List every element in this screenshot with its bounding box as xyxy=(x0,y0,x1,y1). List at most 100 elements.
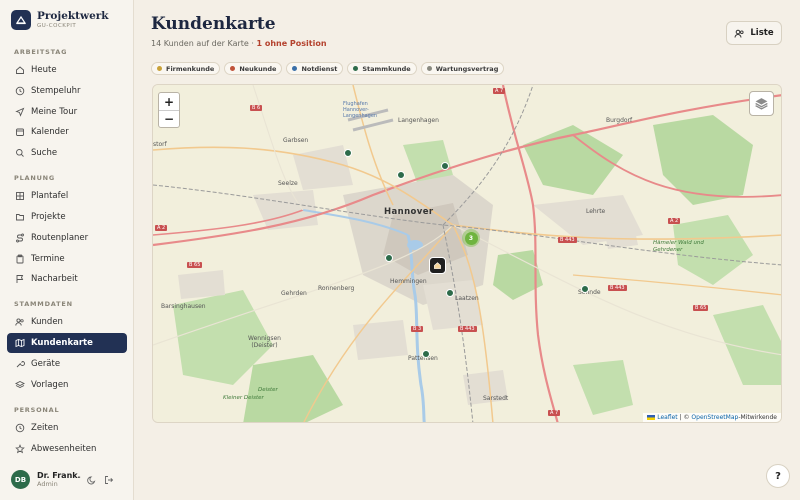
sidebar-item-geraete[interactable]: Geräte xyxy=(7,354,127,374)
map-label-lehrte: Lehrte xyxy=(586,208,606,215)
map-label-hannover: Hannover xyxy=(384,207,434,217)
customer-marker[interactable] xyxy=(385,254,393,262)
customer-marker[interactable] xyxy=(422,350,430,358)
sidebar-item-stempeluhr[interactable]: Stempeluhr xyxy=(7,81,127,101)
list-button-label: Liste xyxy=(750,28,774,38)
road-badge: B 443 xyxy=(458,326,477,332)
map-label-laatzen: Laatzen xyxy=(455,295,479,302)
sidebar-item-termine[interactable]: Termine xyxy=(7,249,127,269)
legend-chip-firmenkunde[interactable]: Firmenkunde xyxy=(151,62,221,75)
map-label-garbsen: Garbsen xyxy=(283,137,309,144)
legend-chip-stammkunde[interactable]: Stammkunde xyxy=(347,62,417,75)
sidebar-item-kundenkarte[interactable]: Kundenkarte xyxy=(7,333,127,353)
sidebar-item-kunden[interactable]: Kunden xyxy=(7,312,127,332)
section-planung: PLANUNG xyxy=(14,174,56,182)
map-label-deister: Deister xyxy=(258,387,278,393)
customer-map[interactable]: Langenhagen Garbsen Seelze Hannover Burg… xyxy=(152,84,782,423)
sidebar-item-label: Abwesenheiten xyxy=(31,444,97,454)
road-badge: B 443 xyxy=(558,237,577,243)
sidebar-item-label: Zeiten xyxy=(31,423,59,433)
road-badge: B 443 xyxy=(608,285,627,291)
map-label-barsinghausen: Barsinghausen xyxy=(161,303,206,310)
list-view-button[interactable]: Liste xyxy=(726,21,782,45)
map-label-sehnde-forest: Hämeler Wald und Gehrdener xyxy=(653,240,704,253)
customer-marker[interactable] xyxy=(446,289,454,297)
sidebar-item-meine-tour[interactable]: Meine Tour xyxy=(7,102,127,122)
sidebar-item-abwesenheiten[interactable]: Abwesenheiten xyxy=(7,439,127,459)
ukraine-flag-icon xyxy=(647,415,656,420)
attribution-suffix: -Mitwirkende xyxy=(738,414,777,421)
zoom-out-button[interactable]: − xyxy=(159,110,179,127)
osm-link[interactable]: OpenStreetMap xyxy=(691,414,738,421)
road-badge: B 65 xyxy=(187,262,203,268)
sidebar-item-label: Kalender xyxy=(31,127,69,137)
logout-icon[interactable] xyxy=(103,474,115,486)
sidebar-item-nacharbeit[interactable]: Nacharbeit xyxy=(7,269,127,289)
brand-subtitle: GU-COCKPIT xyxy=(37,23,77,29)
sidebar-item-kalender[interactable]: Kalender xyxy=(7,122,127,142)
flag-icon xyxy=(16,275,24,283)
clipboard-icon xyxy=(16,254,24,264)
sidebar-item-plantafel[interactable]: Plantafel xyxy=(7,186,127,206)
map-label-kleiner-deister: Kleiner Deister xyxy=(223,395,264,401)
layers-button[interactable] xyxy=(749,91,774,116)
route-icon xyxy=(16,233,24,243)
sidebar-item-suche[interactable]: Suche xyxy=(7,143,127,163)
layers-icon xyxy=(15,380,25,389)
subtitle-count: 14 Kunden auf der Karte · xyxy=(151,39,257,48)
clock-icon xyxy=(15,86,25,96)
map-label-seelze: Seelze xyxy=(278,180,298,187)
map-icon xyxy=(15,338,25,348)
sidebar-item-zeiten[interactable]: Zeiten xyxy=(7,418,127,438)
sidebar-item-heute[interactable]: Heute xyxy=(7,60,127,80)
wrench-icon xyxy=(16,361,25,368)
help-button[interactable]: ? xyxy=(766,464,790,488)
customer-marker[interactable] xyxy=(581,285,589,293)
zoom-control: + − xyxy=(158,92,180,128)
sidebar-item-label: Kundenkarte xyxy=(31,338,93,348)
star-icon xyxy=(15,444,25,454)
legend-chip-neukunde[interactable]: Neukunde xyxy=(224,62,283,75)
legend-dot xyxy=(157,66,162,71)
road-badge: B 6 xyxy=(250,105,263,111)
legend-dot xyxy=(353,66,359,71)
sidebar-item-label: Termine xyxy=(31,254,65,264)
sidebar-item-label: Projekte xyxy=(31,212,66,222)
leaflet-link[interactable]: Leaflet xyxy=(657,414,677,421)
sidebar-item-projekte[interactable]: Projekte xyxy=(7,207,127,227)
map-tiles xyxy=(153,85,781,422)
road-badge: A 7 xyxy=(548,410,561,416)
customer-marker[interactable] xyxy=(441,162,449,170)
grid-icon xyxy=(16,192,24,200)
users-icon xyxy=(734,29,744,38)
user-name: Dr. Frank… xyxy=(37,471,81,480)
sidebar-item-label: Suche xyxy=(31,148,58,158)
page-title: Kundenkarte xyxy=(151,14,276,34)
moon-icon[interactable] xyxy=(86,474,98,486)
folder-icon xyxy=(16,214,24,221)
sidebar: Projektwerk GU-COCKPIT ARBEITSTAG Heute … xyxy=(0,0,134,500)
legend-chip-wartungsvertrag[interactable]: Wartungsvertrag xyxy=(420,62,505,75)
marker-cluster[interactable]: 3 xyxy=(462,229,480,247)
map-label-langenhagen: Langenhagen xyxy=(398,117,439,124)
brand[interactable]: Projektwerk GU-COCKPIT xyxy=(11,10,109,30)
sidebar-item-label: Meine Tour xyxy=(31,107,78,117)
map-label-wennigsen: Wennigsen (Deister) xyxy=(248,335,281,349)
clock-icon xyxy=(15,423,25,433)
subtitle-warning[interactable]: 1 ohne Position xyxy=(256,39,326,48)
sidebar-item-routenplaner[interactable]: Routenplaner xyxy=(7,228,127,248)
legend-chip-notdienst[interactable]: Notdienst xyxy=(286,62,344,75)
zoom-in-button[interactable]: + xyxy=(159,93,179,110)
customer-marker[interactable] xyxy=(397,171,405,179)
avatar[interactable]: DB xyxy=(11,470,30,489)
legend-dot xyxy=(426,66,432,71)
search-icon xyxy=(16,149,24,157)
customer-marker[interactable] xyxy=(344,149,352,157)
company-home-marker[interactable] xyxy=(429,257,446,274)
attribution-separator: | © xyxy=(677,414,692,421)
sidebar-item-label: Stempeluhr xyxy=(31,86,81,96)
sidebar-item-vorlagen[interactable]: Vorlagen xyxy=(7,375,127,395)
sidebar-item-label: Kunden xyxy=(31,317,63,327)
map-label-flughafen: Flughafen Hannover- Langenhagen xyxy=(343,101,378,119)
road-badge: A 2 xyxy=(668,218,681,224)
